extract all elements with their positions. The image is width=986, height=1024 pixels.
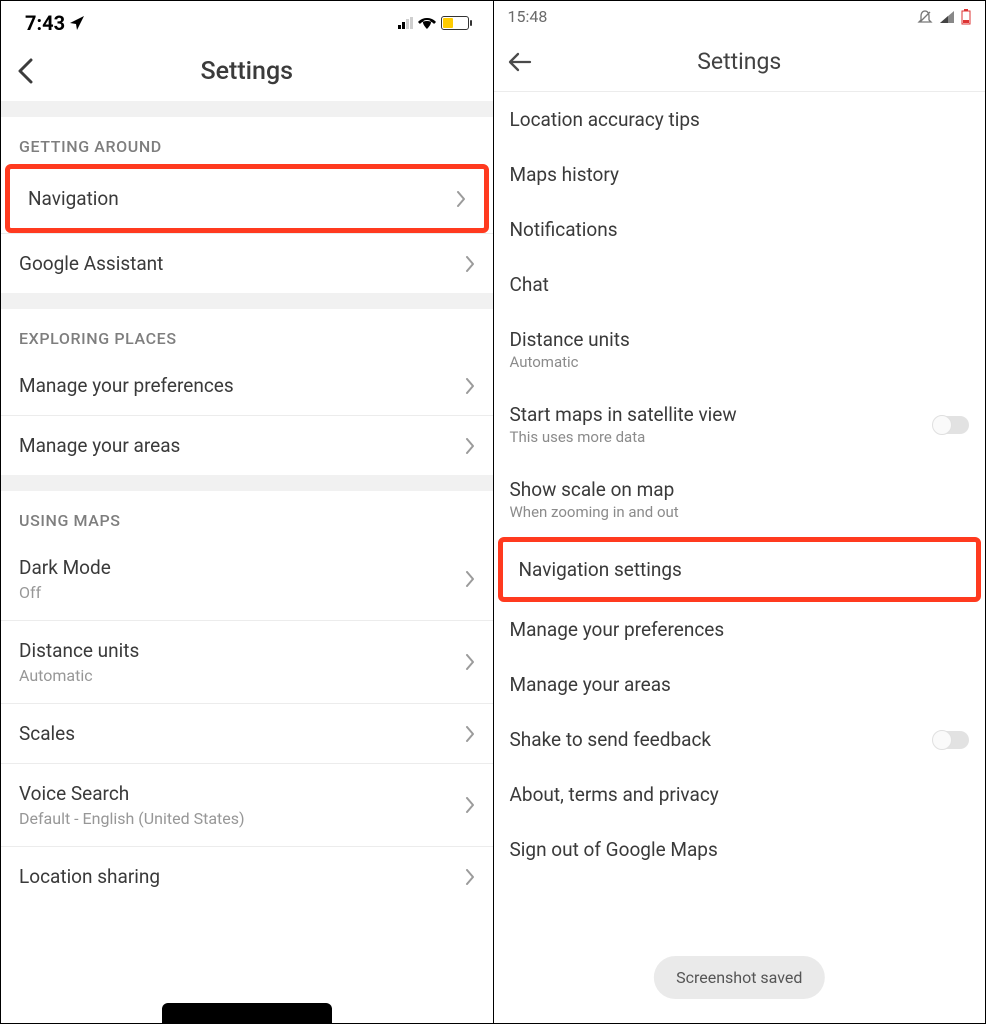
row-manage-preferences[interactable]: Manage your preferences — [1, 356, 493, 415]
status-icons — [917, 9, 971, 25]
cellular-signal-icon — [939, 10, 955, 24]
home-indicator[interactable] — [162, 1003, 332, 1023]
row-label: Show scale on map — [510, 478, 970, 501]
battery-icon — [441, 16, 469, 30]
chevron-right-icon — [465, 438, 475, 454]
back-button[interactable] — [508, 52, 532, 72]
chevron-right-icon — [465, 797, 475, 813]
row-location-accuracy[interactable]: Location accuracy tips — [494, 92, 986, 147]
satellite-toggle[interactable] — [933, 416, 969, 434]
row-label: Start maps in satellite view — [510, 403, 737, 426]
page-title: Settings — [697, 48, 781, 75]
chevron-right-icon — [465, 869, 475, 885]
row-label: Shake to send feedback — [510, 728, 712, 751]
battery-low-icon — [961, 9, 971, 25]
row-label: Scales — [19, 722, 75, 745]
chevron-right-icon — [465, 726, 475, 742]
row-label: Chat — [510, 273, 970, 296]
row-manage-areas[interactable]: Manage your areas — [1, 415, 493, 475]
row-sub: When zooming in and out — [510, 503, 970, 521]
wifi-icon — [418, 16, 436, 30]
row-label: Distance units — [510, 328, 970, 351]
row-navigation-settings[interactable]: Navigation settings — [498, 537, 982, 602]
row-location-sharing[interactable]: Location sharing — [1, 846, 493, 906]
chevron-left-icon — [17, 58, 33, 84]
location-arrow-icon — [69, 15, 85, 31]
back-button[interactable] — [17, 58, 33, 84]
row-label: Navigation settings — [519, 558, 961, 581]
page-title: Settings — [200, 57, 293, 86]
row-shake-feedback[interactable]: Shake to send feedback — [494, 712, 986, 767]
row-voice-search[interactable]: Voice Search Default - English (United S… — [1, 763, 493, 846]
row-label: Location accuracy tips — [510, 108, 970, 131]
page-header: Settings — [494, 32, 986, 92]
notifications-off-icon — [917, 9, 933, 25]
time-text: 7:43 — [25, 11, 65, 35]
row-satellite-view[interactable]: Start maps in satellite view This uses m… — [494, 387, 986, 462]
page-header: Settings — [1, 41, 493, 101]
row-label: Distance units — [19, 639, 139, 662]
android-settings-screen: 15:48 Settings Location accuracy tips Ma… — [494, 1, 986, 1023]
row-label: Location sharing — [19, 865, 160, 888]
row-label: Sign out of Google Maps — [510, 838, 970, 861]
row-label: Dark Mode — [19, 556, 111, 579]
row-label: Manage your areas — [510, 673, 970, 696]
section-header-getting-around: GETTING AROUND — [1, 117, 493, 164]
chevron-right-icon — [465, 571, 475, 587]
row-manage-areas[interactable]: Manage your areas — [494, 657, 986, 712]
row-label: Manage your areas — [19, 434, 180, 457]
row-navigation[interactable]: Navigation — [5, 164, 489, 233]
row-about[interactable]: About, terms and privacy — [494, 767, 986, 822]
chevron-right-icon — [456, 191, 466, 207]
arrow-left-icon — [508, 52, 532, 72]
row-notifications[interactable]: Notifications — [494, 202, 986, 257]
row-sign-out[interactable]: Sign out of Google Maps — [494, 822, 986, 877]
row-label: Notifications — [510, 218, 970, 241]
status-bar: 7:43 — [1, 1, 493, 41]
chevron-right-icon — [465, 378, 475, 394]
row-value: Automatic — [510, 353, 970, 371]
status-bar: 15:48 — [494, 1, 986, 32]
row-manage-preferences[interactable]: Manage your preferences — [494, 602, 986, 657]
row-chat[interactable]: Chat — [494, 257, 986, 312]
row-label: Google Assistant — [19, 252, 163, 275]
ios-settings-screen: 7:43 Settings GETTING AROUND Navigation — [1, 1, 494, 1023]
row-label: Manage your preferences — [510, 618, 970, 641]
row-maps-history[interactable]: Maps history — [494, 147, 986, 202]
section-header-using-maps: USING MAPS — [1, 491, 493, 538]
chevron-right-icon — [465, 654, 475, 670]
row-value: Automatic — [19, 666, 139, 685]
row-value: Default - English (United States) — [19, 809, 245, 828]
row-dark-mode[interactable]: Dark Mode Off — [1, 538, 493, 620]
section-header-exploring-places: EXPLORING PLACES — [1, 309, 493, 356]
status-icons — [398, 16, 469, 30]
row-scales[interactable]: Scales — [1, 703, 493, 763]
toast-screenshot-saved: Screenshot saved — [654, 956, 824, 999]
row-sub: This uses more data — [510, 428, 737, 446]
row-distance-units[interactable]: Distance units Automatic — [1, 620, 493, 703]
time-text: 15:48 — [508, 7, 548, 26]
row-label: Manage your preferences — [19, 374, 234, 397]
row-label: Voice Search — [19, 782, 245, 805]
row-show-scale[interactable]: Show scale on map When zooming in and ou… — [494, 462, 986, 537]
cellular-signal-icon — [398, 17, 413, 29]
row-label: Navigation — [28, 187, 119, 210]
status-time: 7:43 — [25, 11, 85, 35]
row-google-assistant[interactable]: Google Assistant — [1, 233, 493, 293]
shake-feedback-toggle[interactable] — [933, 731, 969, 749]
chevron-right-icon — [465, 256, 475, 272]
row-label: About, terms and privacy — [510, 783, 970, 806]
row-label: Maps history — [510, 163, 970, 186]
row-value: Off — [19, 583, 111, 602]
row-distance-units[interactable]: Distance units Automatic — [494, 312, 986, 387]
